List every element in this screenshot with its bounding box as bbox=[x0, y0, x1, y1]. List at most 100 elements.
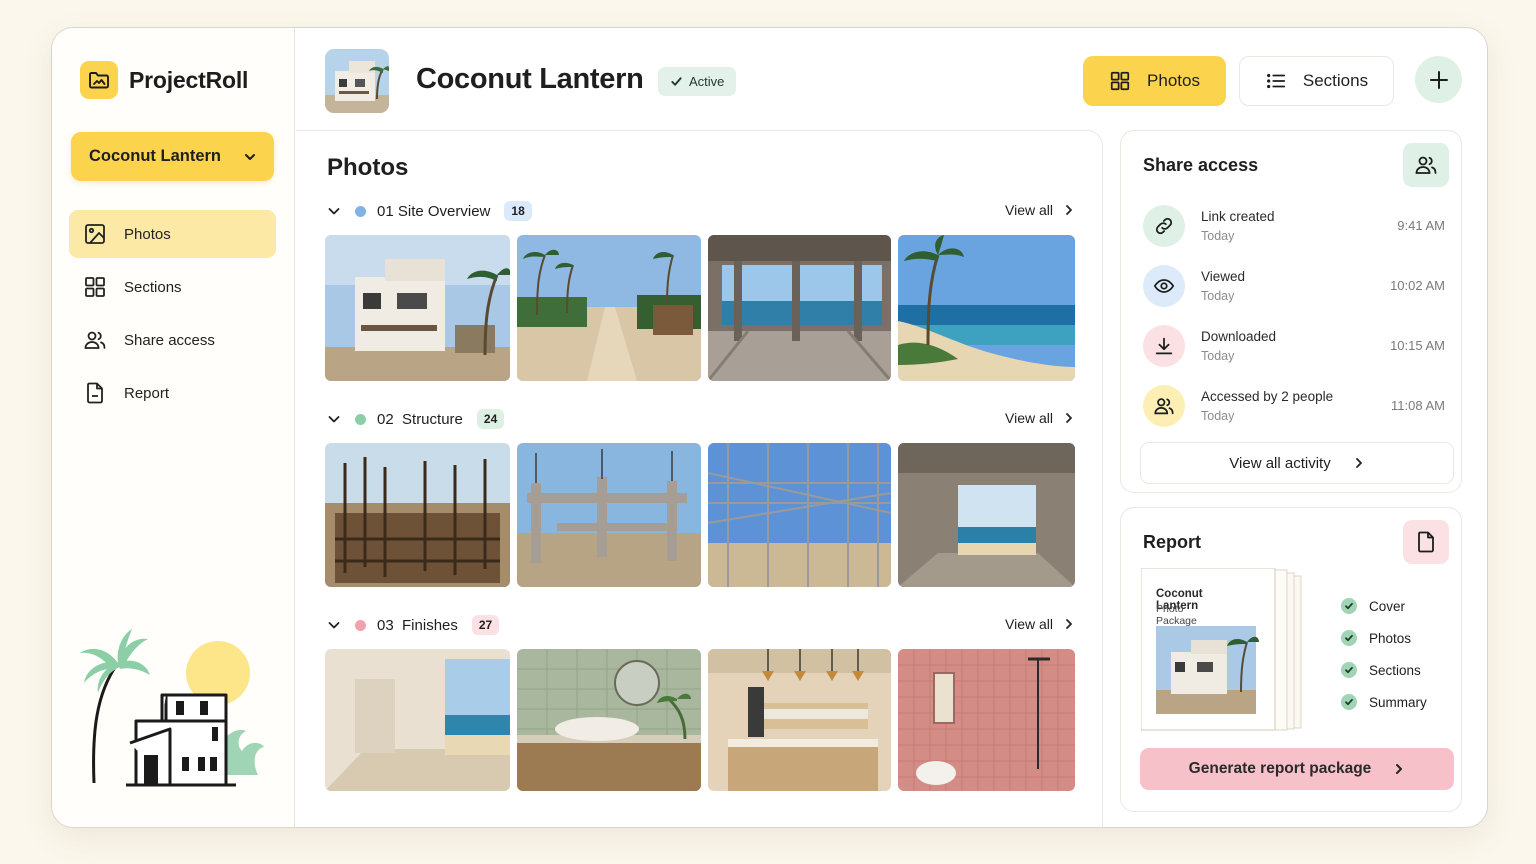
checklist-item[interactable]: Photos bbox=[1341, 622, 1427, 654]
share-access-title: Share access bbox=[1143, 155, 1259, 175]
project-selector[interactable]: Coconut Lantern bbox=[71, 132, 274, 181]
section-header: 03 Finishes 27 View all bbox=[325, 613, 1078, 637]
check-circle-icon bbox=[1341, 694, 1357, 710]
manage-access-button[interactable] bbox=[1403, 143, 1449, 187]
report-title: Report bbox=[1143, 532, 1201, 552]
view-all-label: View all bbox=[1005, 616, 1053, 632]
chevron-down-icon bbox=[245, 153, 255, 160]
tab-label: Photos bbox=[1147, 71, 1200, 90]
chevron-right-icon bbox=[1066, 413, 1072, 423]
activity-item: Accessed by 2 people Today 11:08 AM bbox=[1143, 384, 1449, 428]
activity-item: Downloaded Today 10:15 AM bbox=[1143, 324, 1449, 368]
photo-section-finishes: 03 Finishes 27 View all bbox=[325, 613, 1078, 791]
view-all-link[interactable]: View all bbox=[1005, 410, 1075, 426]
view-all-label: View all bbox=[1005, 410, 1053, 426]
photo-thumbnail[interactable] bbox=[517, 235, 701, 381]
photo-thumbnail[interactable] bbox=[708, 235, 891, 381]
tab-sections[interactable]: Sections bbox=[1239, 56, 1394, 106]
download-icon bbox=[1143, 325, 1185, 367]
sidebar-item-label: Report bbox=[124, 384, 170, 402]
photo-thumbnail[interactable] bbox=[898, 649, 1075, 791]
add-button[interactable] bbox=[1415, 56, 1462, 103]
chevron-down-icon[interactable] bbox=[327, 412, 341, 426]
sidebar-item-label: Share access bbox=[124, 331, 215, 349]
checklist-item[interactable]: Summary bbox=[1341, 686, 1427, 718]
document-icon bbox=[87, 382, 103, 404]
photo-thumbnail[interactable] bbox=[708, 443, 891, 587]
checklist-label: Summary bbox=[1369, 694, 1427, 710]
chevron-right-icon bbox=[1396, 764, 1403, 774]
activity-item: Link created Today 9:41 AM bbox=[1143, 204, 1449, 248]
activity-date: Today bbox=[1201, 409, 1235, 423]
activity-label: Viewed bbox=[1201, 269, 1246, 284]
photos-title: Photos bbox=[327, 154, 409, 181]
brand[interactable]: ProjectRoll bbox=[80, 61, 248, 99]
photo-thumbnail[interactable] bbox=[517, 443, 701, 587]
photo-thumbnail[interactable] bbox=[898, 235, 1075, 381]
report-card: Report Coconut Lantern Photo Package Cov… bbox=[1120, 507, 1462, 812]
sidebar: ProjectRoll Coconut Lantern Photos Secti… bbox=[52, 28, 295, 827]
page-header: Coconut Lantern Active Photos Sections bbox=[296, 28, 1487, 130]
photo-thumbnail[interactable] bbox=[517, 649, 701, 791]
project-selector-value: Coconut Lantern bbox=[89, 147, 221, 165]
chevron-right-icon bbox=[1066, 205, 1072, 215]
section-count-badge: 18 bbox=[504, 201, 532, 221]
section-color-dot bbox=[355, 619, 366, 631]
activity-time: 10:15 AM bbox=[1390, 338, 1445, 353]
checklist-label: Cover bbox=[1369, 598, 1406, 614]
view-all-link[interactable]: View all bbox=[1005, 616, 1075, 632]
activity-time: 10:02 AM bbox=[1390, 278, 1445, 293]
photo-thumbnail[interactable] bbox=[325, 235, 510, 381]
sidebar-item-sections[interactable]: Sections bbox=[69, 263, 276, 311]
chevron-down-icon[interactable] bbox=[327, 618, 341, 632]
check-circle-icon bbox=[1341, 630, 1357, 646]
generate-report-label: Generate report package bbox=[1188, 760, 1372, 777]
checklist-item[interactable]: Sections bbox=[1341, 654, 1427, 686]
users-icon bbox=[1415, 156, 1437, 174]
photo-thumbnail[interactable] bbox=[708, 649, 891, 791]
users-icon bbox=[1143, 385, 1185, 427]
photo-thumbnail[interactable] bbox=[325, 649, 510, 791]
eye-icon bbox=[1143, 265, 1185, 307]
list-icon bbox=[1266, 73, 1286, 89]
checklist-label: Sections bbox=[1369, 662, 1421, 678]
plus-icon bbox=[1429, 70, 1448, 89]
activity-label: Accessed by 2 people bbox=[1201, 389, 1334, 404]
sidebar-item-report[interactable]: Report bbox=[69, 369, 276, 417]
activity-date: Today bbox=[1201, 289, 1235, 303]
sidebar-nav: Photos Sections Share access Report bbox=[69, 210, 276, 422]
report-document-button[interactable] bbox=[1403, 520, 1449, 564]
activity-date: Today bbox=[1201, 349, 1235, 363]
photo-thumbnail[interactable] bbox=[325, 443, 510, 587]
project-thumbnail bbox=[325, 49, 389, 113]
section-count-badge: 27 bbox=[471, 615, 500, 635]
grid-icon bbox=[85, 277, 105, 297]
tab-photos[interactable]: Photos bbox=[1083, 56, 1226, 106]
app-name: ProjectRoll bbox=[129, 66, 249, 93]
view-all-link[interactable]: View all bbox=[1005, 202, 1075, 218]
photo-section-structure: 02 Structure 24 View all bbox=[325, 407, 1078, 587]
chevron-down-icon[interactable] bbox=[327, 204, 341, 218]
report-preview-subtitle: Photo Package bbox=[1156, 603, 1197, 627]
grid-icon bbox=[1110, 71, 1130, 91]
activity-time: 11:08 AM bbox=[1391, 398, 1445, 413]
check-icon bbox=[671, 77, 682, 86]
checklist-item[interactable]: Cover bbox=[1341, 590, 1427, 622]
chevron-right-icon bbox=[1355, 458, 1362, 468]
share-access-card: Share access Link created Today 9:41 AM … bbox=[1120, 130, 1462, 493]
section-header: 02 Structure 24 View all bbox=[325, 407, 1078, 431]
photo-row bbox=[325, 235, 1075, 381]
activity-date: Today bbox=[1201, 229, 1235, 243]
sidebar-item-label: Sections bbox=[124, 278, 182, 296]
section-label: 02 Structure bbox=[377, 410, 463, 428]
users-icon bbox=[84, 331, 106, 349]
app-window: ProjectRoll Coconut Lantern Photos Secti… bbox=[51, 27, 1488, 828]
section-count-badge: 24 bbox=[476, 409, 505, 429]
activity-label: Link created bbox=[1201, 209, 1275, 224]
generate-report-button[interactable]: Generate report package bbox=[1140, 748, 1454, 790]
photo-row bbox=[325, 649, 1075, 791]
photo-thumbnail[interactable] bbox=[898, 443, 1075, 587]
sidebar-item-photos[interactable]: Photos bbox=[69, 210, 276, 258]
sidebar-item-share-access[interactable]: Share access bbox=[69, 316, 276, 364]
view-all-activity-button[interactable]: View all activity bbox=[1140, 442, 1454, 484]
